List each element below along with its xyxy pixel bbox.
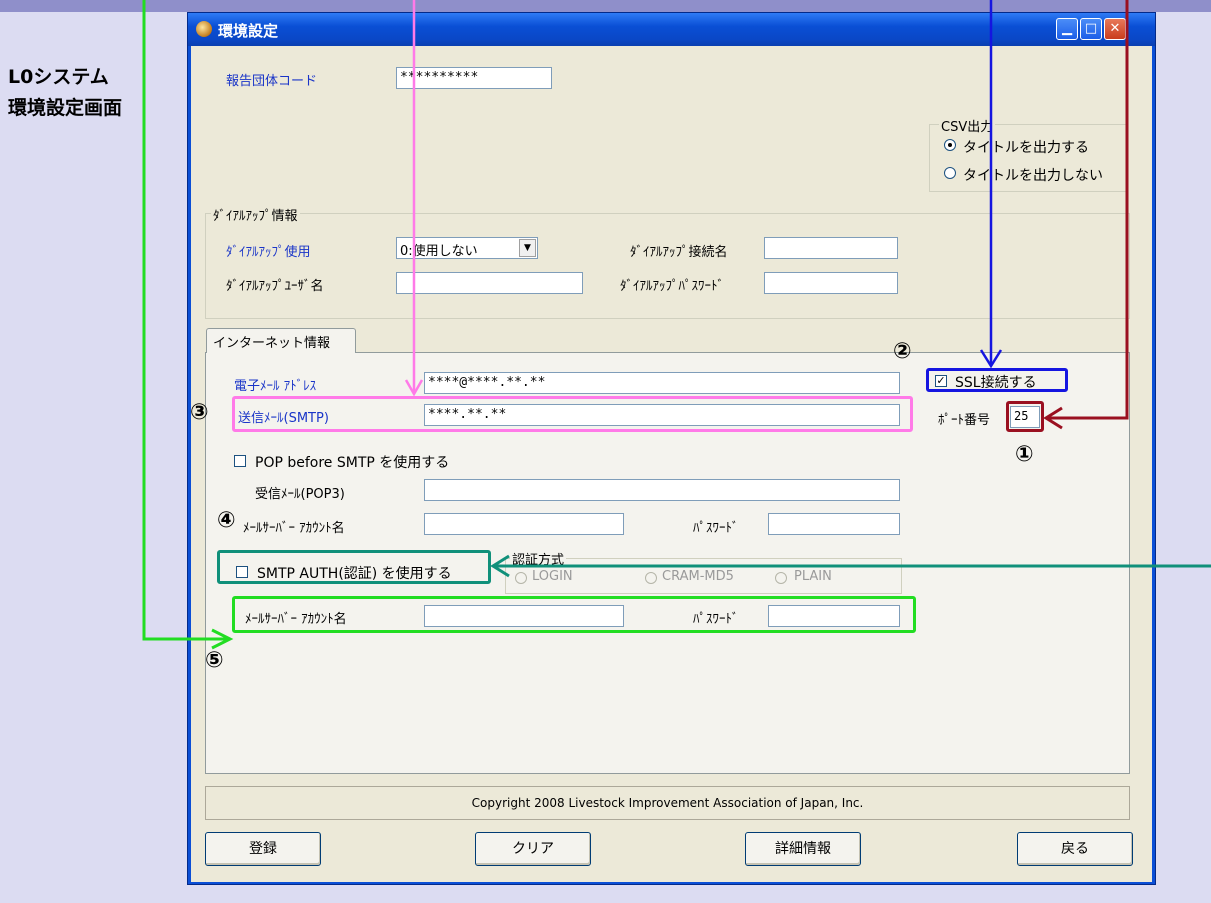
callout-number-4: ④ — [217, 508, 236, 533]
callout-number-3: ③ — [190, 400, 209, 425]
callout-number-2: ② — [893, 339, 912, 364]
red-arrow-line — [1046, 0, 1129, 420]
callout-number-5: ⑤ — [205, 648, 224, 673]
callout-number-1: ① — [1015, 442, 1034, 467]
green-arrow-line — [142, 0, 230, 641]
